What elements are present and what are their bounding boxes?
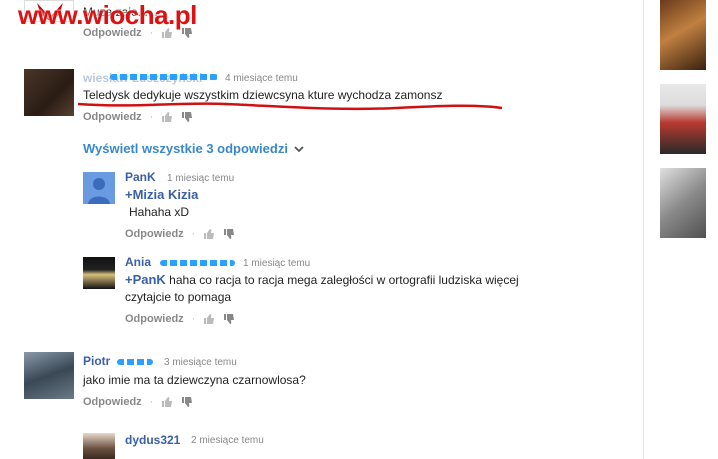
thumbs-up-icon[interactable]: [203, 313, 215, 325]
reply-button[interactable]: Odpowiedz: [83, 111, 142, 123]
reply-mention[interactable]: +PanK: [125, 272, 166, 287]
comment-author[interactable]: Piotr: [83, 354, 110, 368]
thumbs-up-icon[interactable]: [203, 228, 215, 240]
video-thumbnail[interactable]: [660, 84, 706, 154]
reply-actions: Odpowiedz ·: [125, 313, 235, 325]
reply-timestamp: 1 miesiąc temu: [243, 258, 311, 269]
thumbs-up-icon[interactable]: [161, 396, 173, 408]
show-all-label: Wyświetl wszystkie 3 odpowiedzi: [83, 141, 288, 156]
author-redaction: [110, 74, 218, 80]
separator: ·: [191, 228, 196, 240]
reply-text-line2: czytajcie to pomaga: [125, 290, 232, 304]
reply-button[interactable]: Odpowiedz: [125, 313, 184, 325]
comments-panel: Muza zaje...... Odpowiedz · www.wiocha.p…: [0, 0, 644, 459]
reply-author[interactable]: dydus321: [125, 433, 180, 447]
thumbs-down-icon[interactable]: [223, 313, 235, 325]
separator: ·: [149, 396, 154, 408]
reply-author[interactable]: PanK: [125, 170, 156, 184]
comment-text: jako imie ma ta dziewczyna czarnowlosa?: [83, 373, 306, 387]
reply-timestamp: 2 miesiące temu: [191, 435, 264, 446]
thumbs-up-icon[interactable]: [161, 111, 173, 123]
reply-button[interactable]: Odpowiedz: [83, 396, 142, 408]
avatar[interactable]: [24, 352, 74, 399]
avatar[interactable]: [24, 69, 74, 116]
thumbs-down-icon[interactable]: [181, 396, 193, 408]
show-all-replies-button[interactable]: Wyświetl wszystkie 3 odpowiedzi: [83, 141, 304, 156]
reply-text: Hahaha xD: [129, 205, 190, 219]
related-videos-column: [644, 0, 718, 459]
reply-actions: Odpowiedz ·: [125, 228, 235, 240]
reply-mention[interactable]: +Mizia Kizia: [125, 186, 198, 203]
video-thumbnail[interactable]: [660, 0, 706, 70]
reply-author[interactable]: Ania: [125, 255, 151, 269]
reply-text: +PanK haha co racja to racja mega zaległ…: [125, 271, 585, 289]
video-thumbnail[interactable]: [660, 168, 706, 238]
avatar[interactable]: [83, 433, 115, 459]
avatar[interactable]: [83, 172, 115, 204]
comment-actions: Odpowiedz ·: [83, 111, 193, 123]
comment-timestamp: 4 miesiące temu: [225, 73, 298, 84]
separator: ·: [191, 313, 196, 325]
chevron-down-icon: [294, 145, 304, 152]
author-redaction: [160, 260, 235, 266]
default-user-icon: [83, 172, 115, 204]
thumbs-down-icon[interactable]: [181, 111, 193, 123]
reply-timestamp: 1 miesiąc temu: [167, 173, 235, 184]
reply-text-line1: haha co racja to racja mega zaległości w…: [169, 273, 519, 287]
avatar[interactable]: [83, 257, 115, 289]
red-underline-annotation: [77, 102, 503, 111]
thumbs-down-icon[interactable]: [223, 228, 235, 240]
comment-actions: Odpowiedz ·: [83, 396, 193, 408]
separator: ·: [149, 111, 154, 123]
author-redaction: [117, 359, 153, 365]
watermark-logo: www.wiocha.pl: [18, 0, 197, 30]
comment-timestamp: 3 miesiące temu: [164, 357, 237, 368]
reply-button[interactable]: Odpowiedz: [125, 228, 184, 240]
